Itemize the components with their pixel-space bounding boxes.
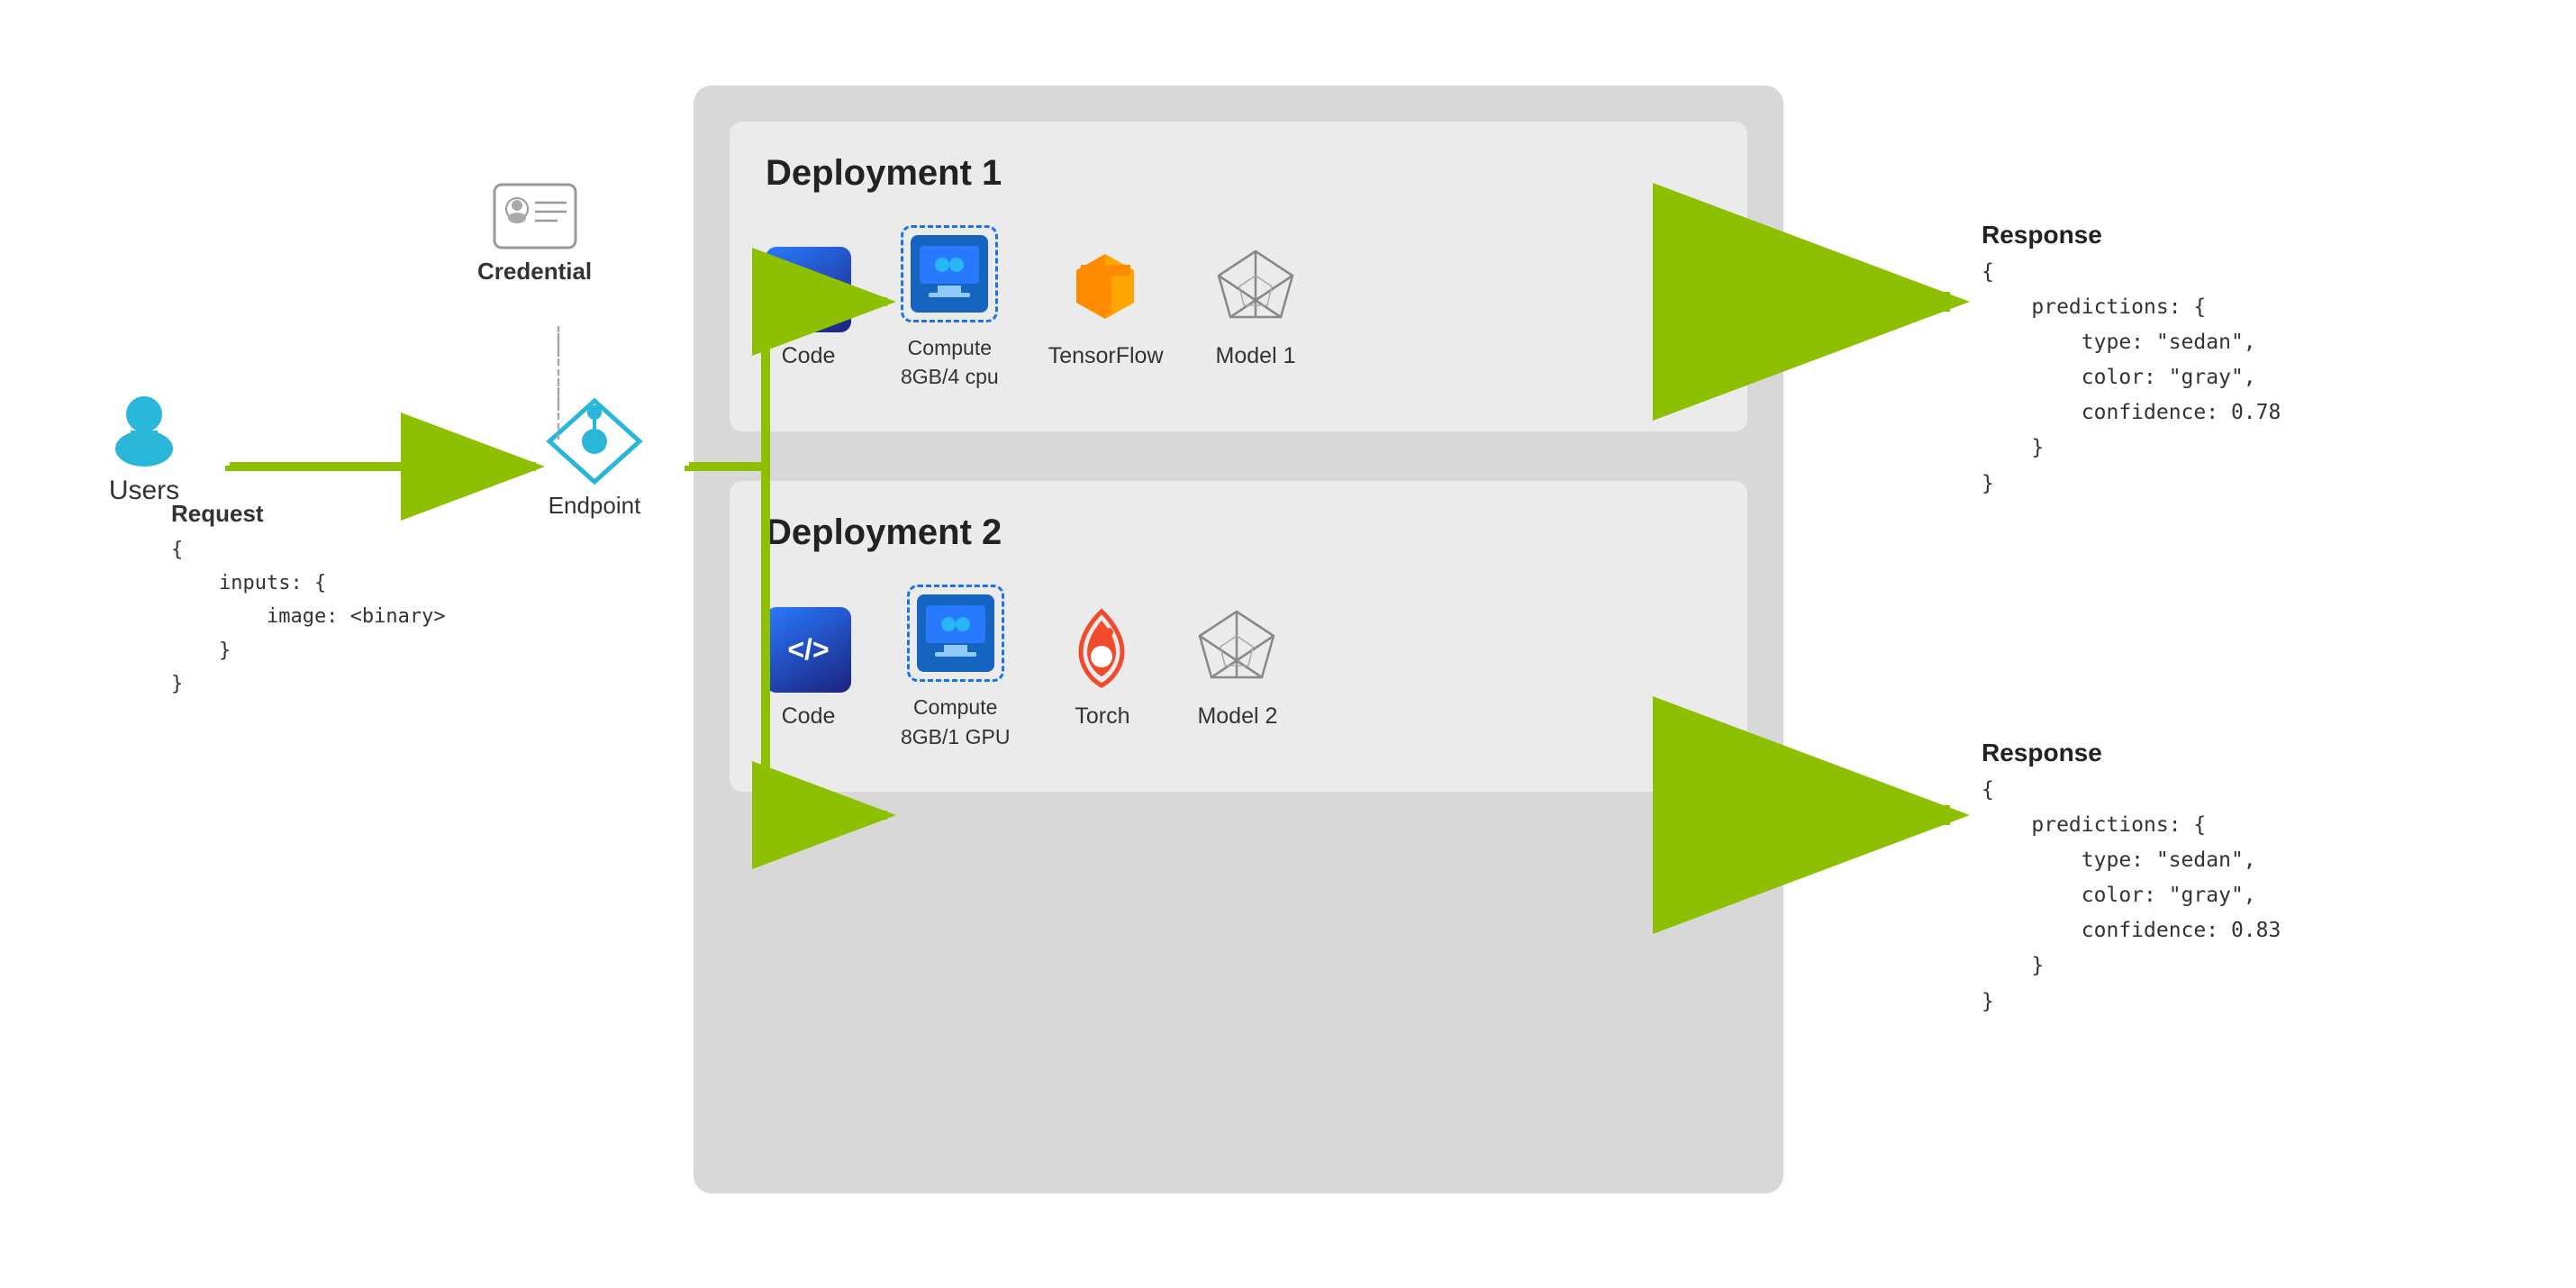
compute-label-d2: Compute8GB/1 GPU [901, 693, 1010, 750]
response1-section: Response { predictions: { type: "sedan",… [1982, 221, 2281, 502]
compute-label-d1: Compute8GB/4 cpu [901, 333, 999, 391]
users-label: Users [109, 476, 179, 506]
deploy1-code: </> Code [766, 247, 851, 369]
request-box: Request { inputs: { image: <binary> } } [171, 495, 446, 702]
deploy2-compute: Compute8GB/1 GPU [901, 585, 1010, 750]
deployment1-title: Deployment 1 [766, 153, 1711, 194]
credential-section: Credential [477, 180, 592, 286]
endpoint-label: Endpoint [549, 492, 641, 520]
torch-label: Torch [1075, 703, 1129, 730]
request-code: { inputs: { image: <binary> } } [171, 533, 446, 702]
response1-code: { predictions: { type: "sedan", color: "… [1982, 255, 2281, 502]
deployments-container: Deployment 1 </> Code [694, 86, 1783, 1193]
deploy2-code: </> Code [766, 607, 851, 730]
credential-label: Credential [477, 258, 592, 286]
tensorflow-label: TensorFlow [1048, 343, 1164, 369]
credential-icon [490, 180, 580, 252]
torch-icon [1059, 607, 1145, 693]
diagram-container: Users Credential Request { inputs: { ima… [0, 0, 2576, 1288]
code-label-d2: Code [782, 703, 836, 730]
deployment2-title: Deployment 2 [766, 512, 1711, 553]
response2-section: Response { predictions: { type: "sedan",… [1982, 739, 2281, 1020]
compute-wrapper-d1 [901, 225, 998, 322]
code-icon-d1: </> [766, 247, 851, 332]
deploy2-torch: Torch [1059, 607, 1145, 730]
deploy1-compute: Compute8GB/4 cpu [901, 225, 999, 391]
model1-icon [1213, 247, 1299, 332]
compute-icon-d1 [911, 235, 988, 313]
model2-icon [1194, 607, 1280, 693]
response2-label: Response [1982, 739, 2281, 767]
deployment1-box: Deployment 1 </> Code [730, 122, 1747, 431]
request-label: Request [171, 495, 446, 533]
deploy1-model1: Model 1 [1213, 247, 1299, 369]
users-section: Users [72, 387, 216, 506]
deploy2-model2: Model 2 [1194, 607, 1280, 730]
code-icon-d2: </> [766, 607, 851, 693]
code-label-d1: Code [782, 343, 836, 369]
compute-wrapper-d2 [907, 585, 1004, 682]
tensorflow-icon [1063, 247, 1148, 332]
deployment1-items: </> Code [766, 225, 1711, 391]
deployment2-box: Deployment 2 </> Code [730, 481, 1747, 791]
compute-icon-d2 [917, 594, 994, 672]
endpoint-icon [545, 396, 644, 486]
user-icon [104, 387, 185, 468]
deployment2-items: </> Code Compu [766, 585, 1711, 750]
deploy1-tensorflow: TensorFlow [1048, 247, 1164, 369]
response2-code: { predictions: { type: "sedan", color: "… [1982, 773, 2281, 1020]
model1-label: Model 1 [1216, 343, 1296, 369]
model2-label: Model 2 [1197, 703, 1277, 730]
endpoint-section: Endpoint [545, 396, 644, 520]
response1-label: Response [1982, 221, 2281, 249]
